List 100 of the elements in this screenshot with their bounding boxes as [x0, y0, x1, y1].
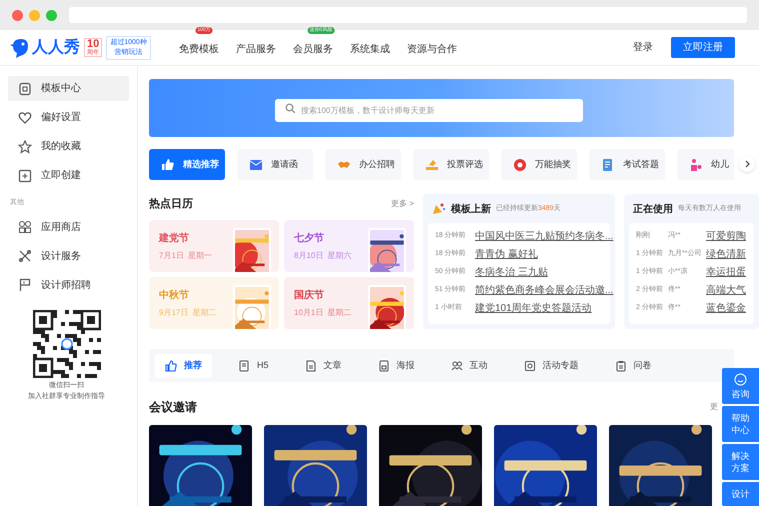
sidebar-item-label: 设计师招聘 — [41, 278, 91, 292]
tab[interactable]: 问卷 — [604, 354, 662, 378]
holiday-date: 10月1日 — [294, 306, 324, 318]
template-link[interactable]: 中国风中医三九贴预约冬病冬... — [475, 228, 614, 244]
window-control-icon — [12, 10, 23, 20]
category-label: 万能抽奖 — [535, 158, 571, 171]
search-field[interactable]: 搜索100万模板，数千设计师每天更新 — [275, 98, 583, 122]
sidebar-item[interactable]: 设计师招聘 — [8, 272, 129, 298]
sidebar-item-label: 立即创建 — [41, 168, 81, 183]
template-link[interactable]: 建党101周年党史答题活动 — [475, 300, 592, 316]
star-icon — [18, 140, 32, 154]
template-link[interactable]: 简约紫色商务峰会展会活动邀... — [475, 282, 614, 298]
holiday-name: 七夕节 — [294, 232, 325, 246]
tab[interactable]: 互动 — [440, 354, 498, 378]
category-button[interactable]: 办公招聘 — [325, 149, 401, 180]
anniversary-number: 10 — [87, 39, 100, 50]
holiday-date: 8月10日 — [294, 250, 324, 262]
float-button[interactable]: 解决方案 — [722, 444, 759, 480]
category-label: 办公招聘 — [359, 158, 395, 171]
holiday-card[interactable]: 七夕节 8月10日 星期六 — [284, 220, 414, 272]
panel-title: 正在使用 — [633, 202, 673, 216]
holiday-weekday: 星期六 — [327, 250, 352, 262]
next-button[interactable] — [739, 156, 755, 172]
float-button[interactable]: 帮助中心 — [722, 406, 759, 442]
tab[interactable]: H5 — [228, 354, 279, 378]
category-label: 投票评选 — [447, 158, 483, 171]
category-label: 邀请函 — [271, 158, 298, 171]
sidebar-item-label: 应用商店 — [41, 220, 81, 234]
holiday-name: 建党节 — [159, 232, 190, 246]
float-button[interactable]: 咨询 — [722, 368, 759, 404]
category-button[interactable]: 考试答题 — [589, 149, 665, 180]
sidebar-item[interactable]: 我的收藏 — [8, 134, 129, 159]
holiday-date: 7月1日 — [159, 250, 184, 262]
thumbs-up-icon — [165, 360, 177, 372]
sidebar-item[interactable]: 立即创建 — [8, 163, 129, 188]
section-title: 会议邀请 — [149, 399, 197, 416]
category-button[interactable]: 投票评选 — [413, 149, 489, 180]
grid-icon — [18, 220, 32, 234]
tools-icon — [18, 249, 32, 263]
template-link[interactable]: 青青伪 赢好礼 — [475, 246, 538, 262]
nav-link[interactable]: 产品服务 — [236, 44, 276, 54]
template-link[interactable]: 高端大气 — [706, 282, 746, 298]
holiday-weekday: 星期二 — [192, 306, 216, 318]
nav-link[interactable]: 免费模板 — [178, 44, 219, 54]
heart-icon — [18, 110, 32, 124]
people-icon — [450, 360, 463, 372]
sidebar-item-label: 设计服务 — [41, 250, 81, 264]
category-label: 精选推荐 — [183, 158, 219, 171]
more-link[interactable]: 更多 > — [391, 198, 414, 210]
template-link[interactable]: 绿色清新 — [706, 246, 746, 262]
template-link[interactable]: 幸运扭蛋 — [706, 264, 746, 280]
holiday-date: 9月17日 — [159, 306, 188, 318]
search-icon — [285, 102, 295, 112]
holiday-card[interactable]: 国庆节 10月1日 星期二 — [284, 277, 414, 329]
nav-link[interactable]: 会员服务 — [292, 44, 333, 54]
template-link[interactable]: 冬病冬治 三九贴 — [475, 264, 548, 280]
category-button[interactable]: 邀请函 — [237, 149, 313, 180]
template-icon — [18, 82, 32, 96]
sidebar-item[interactable]: 偏好设置 — [8, 105, 129, 130]
party-popper-icon — [432, 202, 446, 216]
login-link[interactable]: 登录 — [633, 40, 653, 55]
float-button[interactable]: 设计 — [722, 482, 759, 506]
sidebar-item-label: 偏好设置 — [41, 110, 81, 125]
more-link[interactable]: 更 — [710, 401, 718, 413]
sidebar-item[interactable]: 应用商店 — [8, 214, 129, 240]
qr-code — [32, 310, 100, 378]
tab[interactable]: 活动专题 — [514, 354, 589, 378]
section-title: 热点日历 — [149, 196, 193, 212]
event-icon — [524, 360, 536, 372]
holiday-name: 国庆节 — [294, 288, 325, 302]
window-control-icon — [46, 10, 57, 20]
category-label: 考试答题 — [623, 158, 659, 171]
tab[interactable]: 推荐 — [155, 354, 212, 378]
panel-title: 模板上新 — [451, 202, 491, 216]
poster-icon — [378, 360, 390, 372]
chevron-right-icon — [744, 160, 750, 168]
nav-link[interactable]: 资源与合作 — [406, 44, 457, 54]
nav-link[interactable]: 系统集成 — [350, 44, 390, 54]
smile-icon — [734, 372, 747, 386]
sidebar-item-label: 模板中心 — [41, 82, 81, 96]
register-button[interactable]: 立即注册 — [671, 37, 735, 58]
category-button[interactable]: 万能抽奖 — [501, 149, 577, 180]
logo-text: 人人秀 — [32, 37, 80, 58]
tab[interactable]: 文章 — [294, 354, 352, 378]
category-button[interactable]: 精选推荐 — [149, 149, 225, 180]
category-button[interactable]: 幼儿 — [677, 149, 734, 180]
holiday-weekday: 星期一 — [188, 250, 212, 262]
category-label: 幼儿 — [711, 158, 729, 171]
tab[interactable]: 海报 — [368, 354, 425, 378]
sidebar-item-label: 我的收藏 — [41, 140, 81, 154]
holiday-name: 中秋节 — [159, 288, 190, 302]
holiday-weekday: 星期二 — [327, 306, 352, 318]
sidebar-item[interactable]: 设计服务 — [8, 244, 129, 268]
plus-square-icon — [18, 168, 32, 182]
template-link[interactable]: 可爱剪陶 — [706, 228, 746, 244]
article-icon — [304, 360, 317, 372]
sidebar-item[interactable]: 模板中心 — [8, 76, 129, 101]
template-link[interactable]: 蓝色鎏金 — [706, 300, 746, 316]
h5-page-icon — [238, 360, 250, 372]
window-control-icon — [29, 10, 40, 20]
